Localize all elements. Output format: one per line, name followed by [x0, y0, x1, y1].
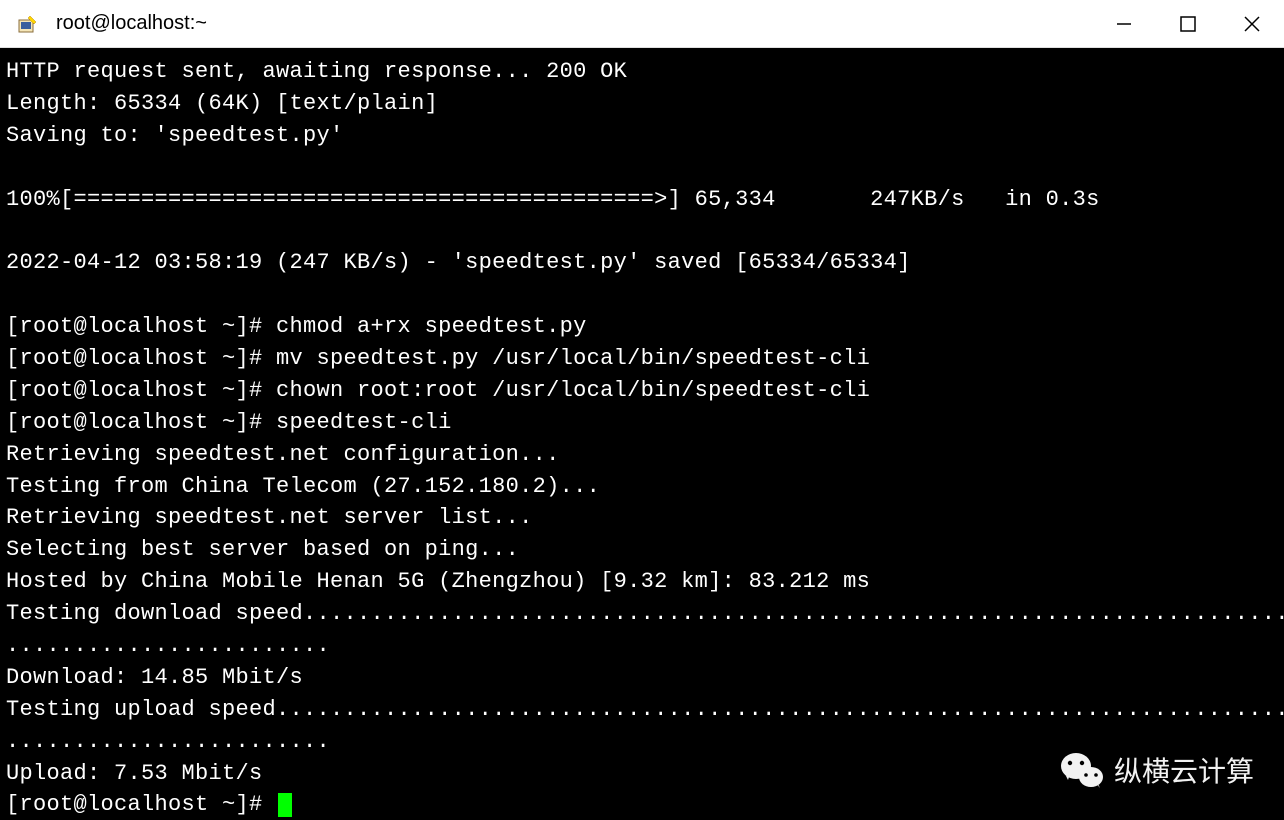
watermark-text: 纵横云计算 [1114, 750, 1254, 790]
window-title: root@localhost:~ [56, 12, 1092, 35]
terminal-line: 2022-04-12 03:58:19 (247 KB/s) - 'speedt… [6, 250, 911, 275]
terminal-line: Download: 14.85 Mbit/s [6, 665, 303, 690]
terminal-line: Retrieving speedtest.net configuration..… [6, 442, 560, 467]
window-titlebar: root@localhost:~ [0, 0, 1284, 48]
terminal-line: Testing from China Telecom (27.152.180.2… [6, 474, 600, 499]
terminal-line: Testing upload speed....................… [6, 697, 1284, 722]
terminal-line: ........................ [6, 729, 330, 754]
terminal-line: Testing download speed..................… [6, 601, 1284, 626]
terminal-line: Length: 65334 (64K) [text/plain] [6, 91, 438, 116]
terminal-output[interactable]: HTTP request sent, awaiting response... … [0, 48, 1284, 820]
watermark: 纵横云计算 [1060, 750, 1254, 790]
minimize-button[interactable] [1092, 0, 1156, 47]
terminal-line: HTTP request sent, awaiting response... … [6, 59, 627, 84]
wechat-icon [1060, 750, 1104, 790]
terminal-line: [root@localhost ~]# chmod a+rx speedtest… [6, 314, 587, 339]
terminal-line: [root@localhost ~]# chown root:root /usr… [6, 378, 870, 403]
close-button[interactable] [1220, 0, 1284, 47]
terminal-line: Hosted by China Mobile Henan 5G (Zhengzh… [6, 569, 870, 594]
window-controls [1092, 0, 1284, 47]
terminal-line: [root@localhost ~]# speedtest-cli [6, 410, 452, 435]
terminal-line: Saving to: 'speedtest.py' [6, 123, 344, 148]
terminal-line: Retrieving speedtest.net server list... [6, 505, 533, 530]
terminal-prompt: [root@localhost ~]# [6, 792, 276, 817]
maximize-button[interactable] [1156, 0, 1220, 47]
cursor-icon [278, 793, 292, 817]
terminal-line: [root@localhost ~]# mv speedtest.py /usr… [6, 346, 870, 371]
putty-icon [16, 12, 40, 36]
terminal-line: ........................ [6, 633, 330, 658]
terminal-line: Selecting best server based on ping... [6, 537, 519, 562]
terminal-line: Upload: 7.53 Mbit/s [6, 761, 263, 786]
terminal-line: 100%[===================================… [6, 187, 1100, 212]
